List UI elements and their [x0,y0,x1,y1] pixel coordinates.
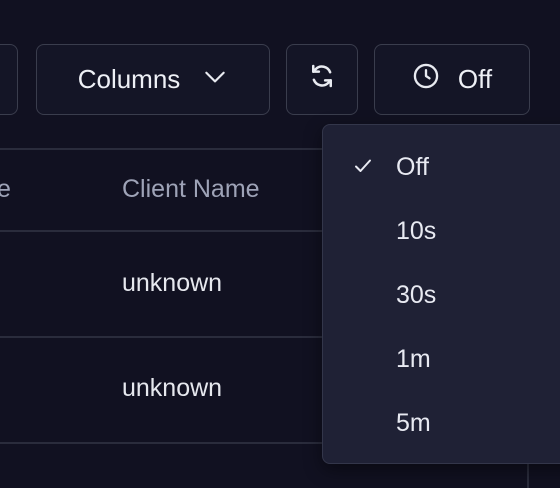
column-header-client-name[interactable]: Client Name [122,175,260,204]
refresh-icon [307,61,337,98]
menu-item-10s[interactable]: 10s [323,201,560,261]
auto-refresh-button[interactable]: Off [374,44,530,115]
menu-item-off[interactable]: Off [323,137,560,197]
columns-button[interactable]: Columns [36,44,270,115]
table-top-border [0,148,330,150]
column-header-partial[interactable]: e [0,175,11,204]
menu-item-5m[interactable]: 5m [323,393,560,453]
auto-refresh-label: Off [457,64,493,94]
menu-item-label: Off [396,152,429,181]
menu-item-label: 30s [396,280,437,309]
menu-item-label: 10s [396,216,437,245]
menu-item-30s[interactable]: 30s [323,265,560,325]
table-cell-client-name: unknown [122,374,223,402]
menu-item-1m[interactable]: 1m [323,329,560,389]
refresh-button[interactable] [286,44,358,115]
check-icon [351,154,375,185]
table-cell-client-name: unknown [122,269,223,297]
refresh-interval-menu: Off 10s 30s 1m 5m [322,124,560,464]
menu-item-label: 5m [396,408,431,437]
chevron-down-icon [202,63,228,96]
clock-icon [412,62,440,97]
toolbar-partial-button[interactable] [0,44,18,115]
columns-button-label: Columns [77,64,181,94]
menu-item-label: 1m [396,344,431,373]
